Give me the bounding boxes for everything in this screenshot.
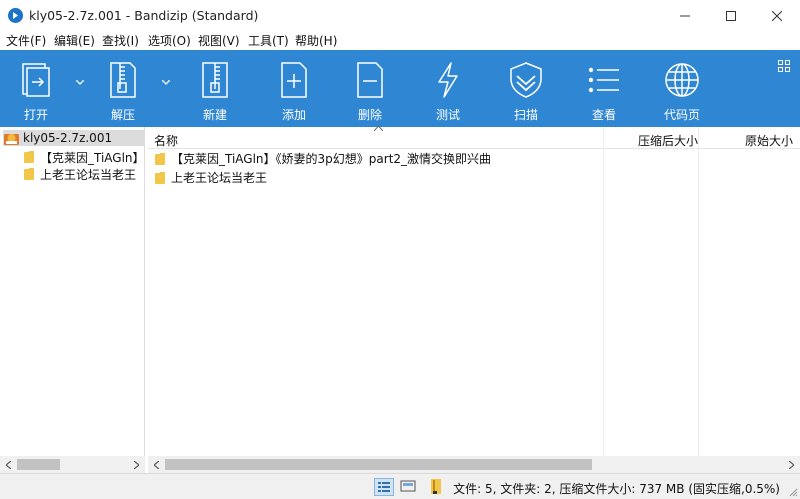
scroll-left-icon[interactable]	[0, 456, 17, 473]
tree-item-label: 【克莱因_TiAGln】	[40, 150, 145, 165]
folder-tree[interactable]: kly05-2.7z.001 【克莱因_TiAGln】 上老王论坛当老王	[0, 127, 145, 456]
maximize-button[interactable]	[708, 0, 754, 31]
folder-icon	[24, 151, 34, 163]
status-bar: 文件: 5, 文件夹: 2, 压缩文件大小: 737 MB (固实压缩,0.5%…	[0, 473, 800, 499]
scroll-right-icon[interactable]	[783, 456, 800, 473]
resize-grip-icon[interactable]	[788, 487, 798, 497]
list-view-icon	[588, 67, 619, 93]
menu-bar: 文件(F) 编辑(E) 查找(I) 选项(O) 视图(V) 工具(T) 帮助(H…	[0, 31, 800, 50]
folder-icon	[155, 171, 165, 184]
archive-info-button[interactable]	[427, 478, 447, 496]
menu-edit[interactable]: 编辑(E)	[54, 32, 95, 49]
bandizip-logo-icon	[8, 8, 23, 23]
scrollbar-thumb[interactable]	[17, 459, 60, 470]
extract-dropdown-icon[interactable]	[162, 80, 170, 85]
scan-label: 扫描	[513, 108, 538, 122]
menu-find[interactable]: 查找(I)	[102, 32, 139, 49]
menu-options[interactable]: 选项(O)	[148, 32, 191, 49]
title-bar: kly05-2.7z.001 - Bandizip (Standard)	[0, 0, 800, 31]
test-button[interactable]: 测试	[426, 50, 470, 127]
tree-item-label: 上老王论坛当老王	[40, 167, 137, 182]
shield-scan-icon	[510, 62, 542, 98]
codepage-label: 代码页	[663, 108, 700, 122]
preview-view-toggle[interactable]	[399, 478, 419, 496]
add-label: 添加	[281, 108, 306, 122]
menu-view[interactable]: 视图(V)	[198, 32, 240, 49]
extract-label: 解压	[110, 108, 135, 122]
list-item[interactable]: 【克莱因_TiAGln】《娇妻的3p幻想》part2_激情交换即兴曲	[148, 149, 608, 168]
list-item[interactable]: 上老王论坛当老王	[148, 168, 608, 187]
open-button[interactable]: 打开	[14, 50, 58, 127]
add-button[interactable]: 添加	[272, 50, 316, 127]
list-item-name: 上老王论坛当老王	[171, 171, 268, 185]
column-name-header[interactable]: 名称	[154, 132, 178, 149]
sort-ascending-icon	[374, 126, 383, 131]
details-view-toggle[interactable]	[374, 478, 394, 496]
column-header-row: 名称 压缩后大小 原始大小	[148, 126, 800, 149]
column-original-size-header[interactable]: 原始大小	[745, 132, 793, 149]
tree-item-folder[interactable]: 上老王论坛当老王	[24, 166, 136, 182]
extract-zipper-icon	[110, 62, 136, 98]
folder-icon	[24, 168, 34, 180]
folder-icon	[155, 152, 165, 165]
close-icon	[772, 10, 782, 21]
tree-horizontal-scrollbar[interactable]	[0, 456, 145, 473]
test-label: 测试	[435, 108, 460, 122]
menu-file[interactable]: 文件(F)	[6, 32, 46, 49]
delete-label: 删除	[357, 108, 382, 122]
window-title: kly05-2.7z.001 - Bandizip (Standard)	[29, 8, 259, 23]
scrollbar-thumb[interactable]	[165, 459, 592, 470]
list-item-name: 【克莱因_TiAGln】《娇妻的3p幻想》part2_激情交换即兴曲	[171, 152, 492, 166]
maximize-icon	[726, 10, 736, 21]
archive-info-icon	[431, 479, 441, 494]
menu-help[interactable]: 帮助(H)	[295, 32, 337, 49]
column-divider	[698, 127, 699, 456]
layout-grid-icon[interactable]	[778, 60, 790, 72]
preview-pane-icon	[400, 480, 416, 492]
tree-root-archive[interactable]: kly05-2.7z.001	[3, 130, 145, 146]
new-archive-button[interactable]: 新建	[193, 50, 237, 127]
scroll-left-icon[interactable]	[148, 456, 165, 473]
status-summary: 文件: 5, 文件夹: 2, 压缩文件大小: 737 MB (固实压缩,0.5%…	[453, 482, 780, 496]
open-label: 打开	[23, 108, 48, 122]
extract-button[interactable]: 解压	[101, 50, 145, 127]
delete-button[interactable]: 删除	[348, 50, 392, 127]
minimize-icon	[680, 15, 690, 16]
view-label: 查看	[591, 108, 616, 122]
details-view-icon	[378, 482, 390, 492]
delete-file-icon	[357, 62, 383, 98]
open-dropdown-icon[interactable]	[76, 80, 84, 85]
column-compressed-size-header[interactable]: 压缩后大小	[638, 132, 698, 149]
tree-root-label: kly05-2.7z.001	[23, 131, 113, 145]
list-horizontal-scrollbar[interactable]	[148, 456, 800, 473]
close-button[interactable]	[754, 0, 800, 31]
codepage-button[interactable]: 代码页	[659, 50, 705, 127]
new-archive-icon	[202, 62, 228, 98]
archive-root-icon	[4, 131, 19, 145]
menu-tools[interactable]: 工具(T)	[248, 32, 289, 49]
view-button[interactable]: 查看	[582, 50, 626, 127]
lightning-test-icon	[438, 62, 458, 98]
scan-button[interactable]: 扫描	[504, 50, 548, 127]
open-archive-icon	[22, 63, 50, 97]
add-file-icon	[281, 62, 307, 98]
new-archive-label: 新建	[202, 108, 227, 122]
scroll-right-icon[interactable]	[128, 456, 145, 473]
minimize-button[interactable]	[662, 0, 708, 31]
tree-item-folder[interactable]: 【克莱因_TiAGln】	[24, 149, 145, 165]
toolbar: 打开 解压 新建 添加 删除 测试 扫描 查看 代码页	[0, 50, 800, 127]
file-list[interactable]: 名称 压缩后大小 原始大小 【克莱因_TiAGln】《娇妻的3p幻想》part2…	[148, 126, 800, 456]
globe-icon	[665, 63, 699, 97]
